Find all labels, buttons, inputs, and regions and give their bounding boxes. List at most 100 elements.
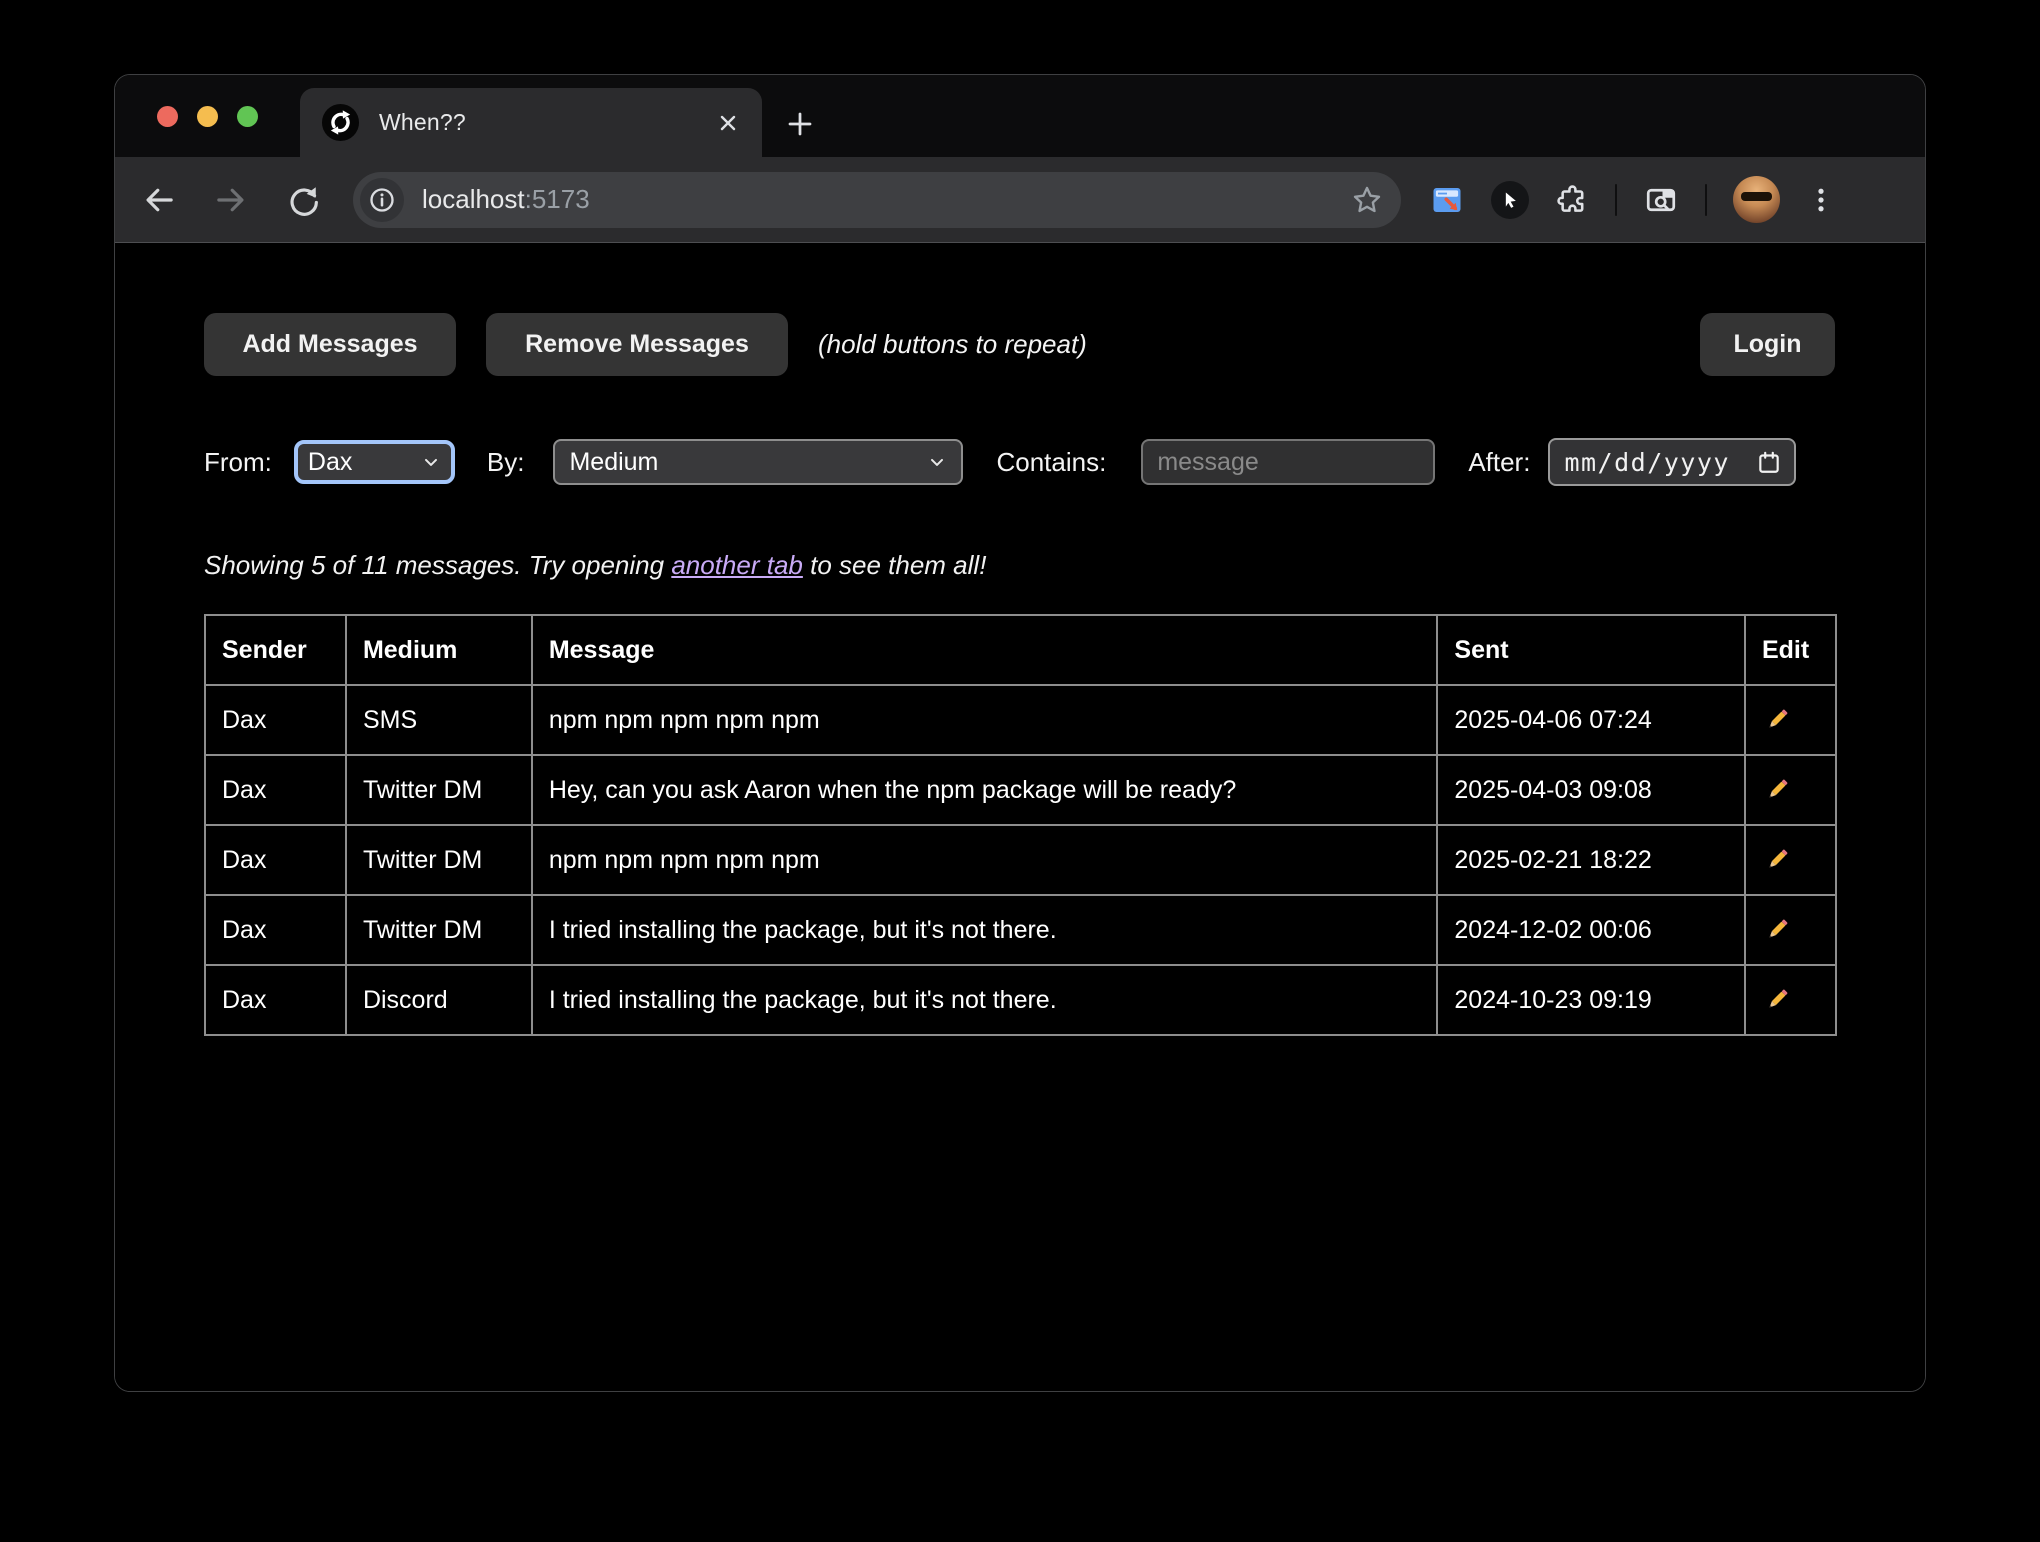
extensions-puzzle-icon[interactable] <box>1555 183 1589 217</box>
cell-message: npm npm npm npm npm <box>532 825 1438 895</box>
site-info-button[interactable] <box>360 178 404 222</box>
url-text: localhost:5173 <box>422 184 590 215</box>
cursor-extension-icon[interactable] <box>1491 181 1529 219</box>
bookmark-star-icon[interactable] <box>1351 184 1383 216</box>
header-sent: Sent <box>1437 615 1745 685</box>
edit-pencil-icon[interactable] <box>1762 705 1792 735</box>
hold-buttons-hint: (hold buttons to repeat) <box>818 329 1087 360</box>
status-prefix: Showing 5 of 11 messages. Try opening <box>204 550 671 580</box>
table-row: Dax Twitter DM npm npm npm npm npm 2025-… <box>205 825 1836 895</box>
edit-pencil-icon[interactable] <box>1762 775 1792 805</box>
cell-message: I tried installing the package, but it's… <box>532 895 1438 965</box>
messages-table: Sender Medium Message Sent Edit Dax SMS … <box>204 614 1837 1036</box>
edit-pencil-icon[interactable] <box>1762 845 1792 875</box>
header-message: Message <box>532 615 1438 685</box>
toolbar-right-icons <box>1429 176 1836 223</box>
actions-row: Add Messages Remove Messages (hold butto… <box>204 243 1835 376</box>
browser-toolbar: localhost:5173 <box>115 157 1925 243</box>
from-select[interactable]: Dax <box>294 440 455 484</box>
address-bar[interactable]: localhost:5173 <box>353 172 1401 228</box>
cell-sent: 2025-04-03 09:08 <box>1437 755 1745 825</box>
new-tab-button[interactable] <box>783 107 817 141</box>
cell-medium: Twitter DM <box>346 825 532 895</box>
url-host: localhost <box>422 184 525 214</box>
remove-messages-button[interactable]: Remove Messages <box>486 313 788 376</box>
date-placeholder: mm/dd/yyyy <box>1564 448 1730 477</box>
window-controls <box>157 75 258 157</box>
cell-message: npm npm npm npm npm <box>532 685 1438 755</box>
cell-message: I tried installing the package, but it's… <box>532 965 1438 1035</box>
table-row: Dax Twitter DM Hey, can you ask Aaron wh… <box>205 755 1836 825</box>
cell-edit <box>1745 685 1836 755</box>
contains-label: Contains: <box>996 447 1106 478</box>
by-label: By: <box>487 447 525 478</box>
cell-edit <box>1745 895 1836 965</box>
header-edit: Edit <box>1745 615 1836 685</box>
tab-strip: When?? <box>115 75 1925 157</box>
cell-sender: Dax <box>205 965 346 1035</box>
cell-sent: 2024-10-23 09:19 <box>1437 965 1745 1035</box>
calendar-icon[interactable] <box>1756 449 1782 475</box>
add-messages-button[interactable]: Add Messages <box>204 313 456 376</box>
forward-button[interactable] <box>209 178 253 222</box>
cell-sent: 2025-02-21 18:22 <box>1437 825 1745 895</box>
table-header-row: Sender Medium Message Sent Edit <box>205 615 1836 685</box>
profile-avatar[interactable] <box>1733 176 1780 223</box>
edit-pencil-icon[interactable] <box>1762 985 1792 1015</box>
by-select-value: Medium <box>569 448 658 477</box>
after-date-input[interactable]: mm/dd/yyyy <box>1548 438 1796 486</box>
cell-edit <box>1745 755 1836 825</box>
cell-sender: Dax <box>205 895 346 965</box>
cell-sender: Dax <box>205 755 346 825</box>
another-tab-link[interactable]: another tab <box>671 550 803 580</box>
from-label: From: <box>204 447 272 478</box>
plus-icon <box>785 109 815 139</box>
browser-window: When?? <box>114 74 1926 1392</box>
cell-medium: Discord <box>346 965 532 1035</box>
from-select-value: Dax <box>308 448 352 477</box>
toolbar-divider <box>1615 184 1617 216</box>
table-row: Dax Discord I tried installing the packa… <box>205 965 1836 1035</box>
minimize-window-button[interactable] <box>197 106 218 127</box>
screenshot-root: When?? <box>0 0 2040 1542</box>
chevron-down-icon <box>421 452 441 472</box>
cell-medium: SMS <box>346 685 532 755</box>
cell-edit <box>1745 825 1836 895</box>
table-row: Dax SMS npm npm npm npm npm 2025-04-06 0… <box>205 685 1836 755</box>
header-sender: Sender <box>205 615 346 685</box>
filters-row: From: Dax By: Medium Contains: After: <box>204 438 1835 486</box>
header-medium: Medium <box>346 615 532 685</box>
status-suffix: to see them all! <box>803 550 987 580</box>
info-icon <box>368 186 396 214</box>
after-label: After: <box>1468 447 1530 478</box>
cell-sender: Dax <box>205 685 346 755</box>
sync-favicon-icon <box>322 104 359 141</box>
avatar-sunglasses <box>1741 192 1772 201</box>
back-button[interactable] <box>137 178 181 222</box>
toolbar-divider <box>1705 184 1707 216</box>
maximize-window-button[interactable] <box>237 106 258 127</box>
contains-input[interactable] <box>1141 439 1435 485</box>
page-content: Add Messages Remove Messages (hold butto… <box>115 243 1925 1392</box>
browser-tab[interactable]: When?? <box>300 88 762 157</box>
tab-close-icon[interactable] <box>716 111 740 135</box>
cursor-arrow-icon <box>1500 190 1520 210</box>
close-window-button[interactable] <box>157 106 178 127</box>
by-select[interactable]: Medium <box>553 439 963 485</box>
login-button[interactable]: Login <box>1700 313 1835 376</box>
chevron-down-icon <box>927 452 947 472</box>
browser-menu-icon[interactable] <box>1806 185 1836 215</box>
cell-medium: Twitter DM <box>346 755 532 825</box>
cell-sender: Dax <box>205 825 346 895</box>
cell-edit <box>1745 965 1836 1035</box>
tab-title: When?? <box>379 109 716 136</box>
back-arrow-icon <box>142 183 176 217</box>
url-port: :5173 <box>525 184 590 214</box>
reload-icon <box>286 183 320 217</box>
edit-pencil-icon[interactable] <box>1762 915 1792 945</box>
reload-button[interactable] <box>281 178 325 222</box>
forward-arrow-icon <box>214 183 248 217</box>
tab-search-icon[interactable] <box>1643 182 1679 218</box>
window-resizer-extension-icon[interactable] <box>1429 182 1465 218</box>
cell-sent: 2025-04-06 07:24 <box>1437 685 1745 755</box>
